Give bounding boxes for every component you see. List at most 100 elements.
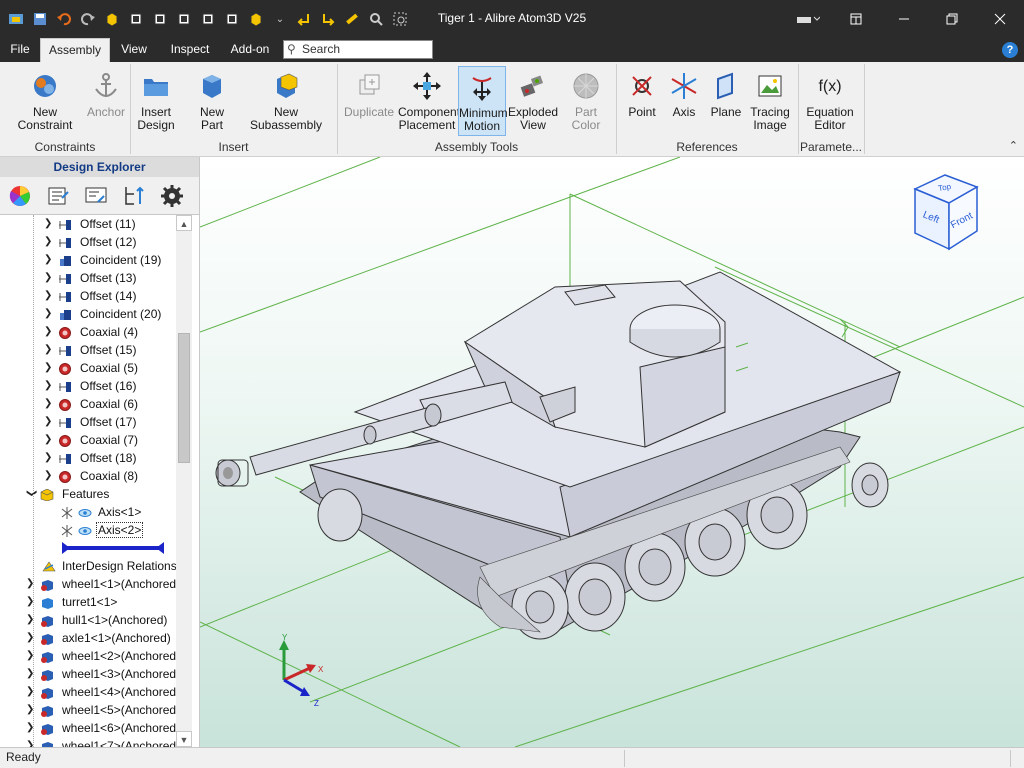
tree-item[interactable]: ❯ Coaxial (4) bbox=[0, 323, 176, 341]
3d-viewport[interactable]: Top Left Front Y X Z bbox=[200, 157, 1024, 747]
expand-chevron-icon[interactable]: ❯ bbox=[26, 575, 36, 593]
expand-chevron-icon[interactable]: ❯ bbox=[26, 737, 36, 747]
visibility-eye-icon[interactable] bbox=[78, 524, 92, 536]
expand-chevron-icon[interactable]: ❯ bbox=[44, 431, 54, 449]
tree-item[interactable]: ❯ Offset (13) bbox=[0, 269, 176, 287]
measure-icon[interactable] bbox=[342, 9, 362, 29]
new-subassembly-button[interactable]: New Subassembly bbox=[240, 66, 332, 136]
tree-item[interactable]: ❯ Offset (11) bbox=[0, 215, 176, 233]
component-placement-button[interactable]: Component Placement bbox=[398, 66, 460, 136]
expand-chevron-icon[interactable]: ❯ bbox=[44, 251, 54, 269]
tree-item[interactable]: ❯ Coaxial (8) bbox=[0, 467, 176, 485]
view-box-icon-1[interactable] bbox=[126, 9, 146, 29]
help-icon[interactable]: ? bbox=[1002, 42, 1018, 58]
tree-item[interactable]: ❯ Coaxial (5) bbox=[0, 359, 176, 377]
tree-item-features[interactable]: ❯ Features bbox=[0, 485, 176, 503]
tree-item[interactable]: ❯ Coaxial (7) bbox=[0, 431, 176, 449]
expand-chevron-icon[interactable]: ❯ bbox=[26, 611, 36, 629]
tree-item-interdesign-relations[interactable]: InterDesign Relations bbox=[0, 557, 176, 575]
new-part-button[interactable]: New Part bbox=[188, 66, 236, 136]
point-button[interactable]: Point bbox=[622, 66, 662, 136]
expand-chevron-icon[interactable]: ❯ bbox=[44, 287, 54, 305]
arrow-left-icon[interactable] bbox=[294, 9, 314, 29]
anchor-button[interactable]: Anchor bbox=[86, 66, 126, 136]
expand-chevron-icon[interactable]: ❯ bbox=[44, 467, 54, 485]
new-constraint-button[interactable]: New Constraint bbox=[4, 66, 86, 136]
window-mode-icon[interactable] bbox=[784, 0, 832, 38]
expand-chevron-icon[interactable]: ❯ bbox=[44, 359, 54, 377]
view-box-icon-3[interactable] bbox=[174, 9, 194, 29]
tree-item-part[interactable]: ❯ wheel1<1>(Anchored) bbox=[0, 575, 176, 593]
tree-item[interactable]: ❯ Offset (16) bbox=[0, 377, 176, 395]
axis-button[interactable]: Axis bbox=[664, 66, 704, 136]
expand-chevron-icon[interactable]: ❯ bbox=[44, 305, 54, 323]
tab-assembly[interactable]: Assembly bbox=[40, 38, 110, 62]
part-box-icon[interactable] bbox=[102, 9, 122, 29]
settings-gear-icon[interactable] bbox=[158, 182, 186, 210]
expand-chevron-icon[interactable]: ❯ bbox=[26, 647, 36, 665]
expand-chevron-icon[interactable]: ❯ bbox=[44, 233, 54, 251]
view-box-icon-6[interactable] bbox=[246, 9, 266, 29]
restore-icon[interactable] bbox=[928, 0, 976, 38]
tree-item[interactable]: ❯ Offset (15) bbox=[0, 341, 176, 359]
tree-item-part[interactable]: ❯ wheel1<3>(Anchored) bbox=[0, 665, 176, 683]
tracing-image-button[interactable]: Tracing Image bbox=[748, 66, 792, 136]
display-icon[interactable] bbox=[82, 182, 110, 210]
tree-item-part[interactable]: ❯ turret1<1> bbox=[0, 593, 176, 611]
tab-add-on[interactable]: Add-on bbox=[224, 38, 276, 62]
exploded-view-button[interactable]: Exploded View bbox=[508, 66, 558, 136]
tree-sort-icon[interactable] bbox=[120, 182, 148, 210]
tree-item-axis-1[interactable]: Axis<1> bbox=[0, 503, 176, 521]
tab-inspect[interactable]: Inspect bbox=[164, 38, 216, 62]
expand-chevron-icon[interactable]: ❯ bbox=[44, 449, 54, 467]
scroll-up-arrow-icon[interactable]: ▲ bbox=[176, 215, 192, 231]
part-color-button[interactable]: Part Color bbox=[560, 66, 612, 136]
tree-item-part[interactable]: ❯ wheel1<2>(Anchored) bbox=[0, 647, 176, 665]
plane-button[interactable]: Plane bbox=[706, 66, 746, 136]
minimize-icon[interactable] bbox=[880, 0, 928, 38]
tree-item[interactable]: ❯ Coaxial (6) bbox=[0, 395, 176, 413]
expand-chevron-icon[interactable]: ❯ bbox=[44, 377, 54, 395]
expand-chevron-icon[interactable]: ❯ bbox=[26, 665, 36, 683]
view-box-icon-5[interactable] bbox=[222, 9, 242, 29]
tree-item-part[interactable]: ❯ axle1<1>(Anchored) bbox=[0, 629, 176, 647]
expand-chevron-icon[interactable]: ❯ bbox=[26, 719, 36, 737]
collapse-chevron-icon[interactable]: ❯ bbox=[22, 489, 40, 499]
zoom-icon[interactable] bbox=[366, 9, 386, 29]
tab-view[interactable]: View bbox=[112, 38, 156, 62]
minimum-motion-button[interactable]: Minimum Motion bbox=[458, 66, 508, 136]
expand-chevron-icon[interactable]: ❯ bbox=[44, 413, 54, 431]
tab-file[interactable]: File bbox=[2, 38, 38, 62]
tree-item[interactable]: ❯ Coincident (19) bbox=[0, 251, 176, 269]
save-icon[interactable] bbox=[30, 9, 50, 29]
app-icon[interactable] bbox=[6, 9, 26, 29]
redo-icon[interactable] bbox=[78, 9, 98, 29]
expand-chevron-icon[interactable]: ❯ bbox=[44, 341, 54, 359]
rollback-bar[interactable] bbox=[0, 539, 176, 557]
expand-chevron-icon[interactable]: ❯ bbox=[26, 593, 36, 611]
zoom-window-icon[interactable] bbox=[390, 9, 410, 29]
tree-item[interactable]: ❯ Offset (12) bbox=[0, 233, 176, 251]
duplicate-button[interactable]: Duplicate bbox=[342, 66, 396, 136]
equation-editor-button[interactable]: f(x) Equation Editor bbox=[804, 66, 856, 136]
search-input[interactable]: ⚲ Search bbox=[283, 40, 433, 59]
ribbon-display-icon[interactable] bbox=[832, 0, 880, 38]
color-wheel-icon[interactable] bbox=[6, 182, 34, 210]
expand-chevron-icon[interactable]: ❯ bbox=[26, 629, 36, 647]
view-box-icon-4[interactable] bbox=[198, 9, 218, 29]
properties-icon[interactable] bbox=[44, 182, 72, 210]
view-cube[interactable]: Top Left Front bbox=[905, 171, 989, 251]
visibility-eye-icon[interactable] bbox=[78, 506, 92, 518]
view-box-icon-2[interactable] bbox=[150, 9, 170, 29]
tree-scrollbar[interactable]: ▲ ▼ bbox=[176, 215, 192, 747]
scrollbar-thumb[interactable] bbox=[178, 333, 190, 463]
tree-item-part[interactable]: ❯ wheel1<7>(Anchored) bbox=[0, 737, 176, 747]
tree-item-part[interactable]: ❯ wheel1<5>(Anchored) bbox=[0, 701, 176, 719]
tree-item[interactable]: ❯ Offset (14) bbox=[0, 287, 176, 305]
tree-item-axis-2[interactable]: Axis<2> bbox=[0, 521, 176, 539]
tree-item-part[interactable]: ❯ wheel1<6>(Anchored) bbox=[0, 719, 176, 737]
scroll-down-arrow-icon[interactable]: ▼ bbox=[176, 731, 192, 747]
undo-icon[interactable] bbox=[54, 9, 74, 29]
tree-item-part[interactable]: ❯ hull1<1>(Anchored) bbox=[0, 611, 176, 629]
expand-chevron-icon[interactable]: ❯ bbox=[44, 215, 54, 233]
